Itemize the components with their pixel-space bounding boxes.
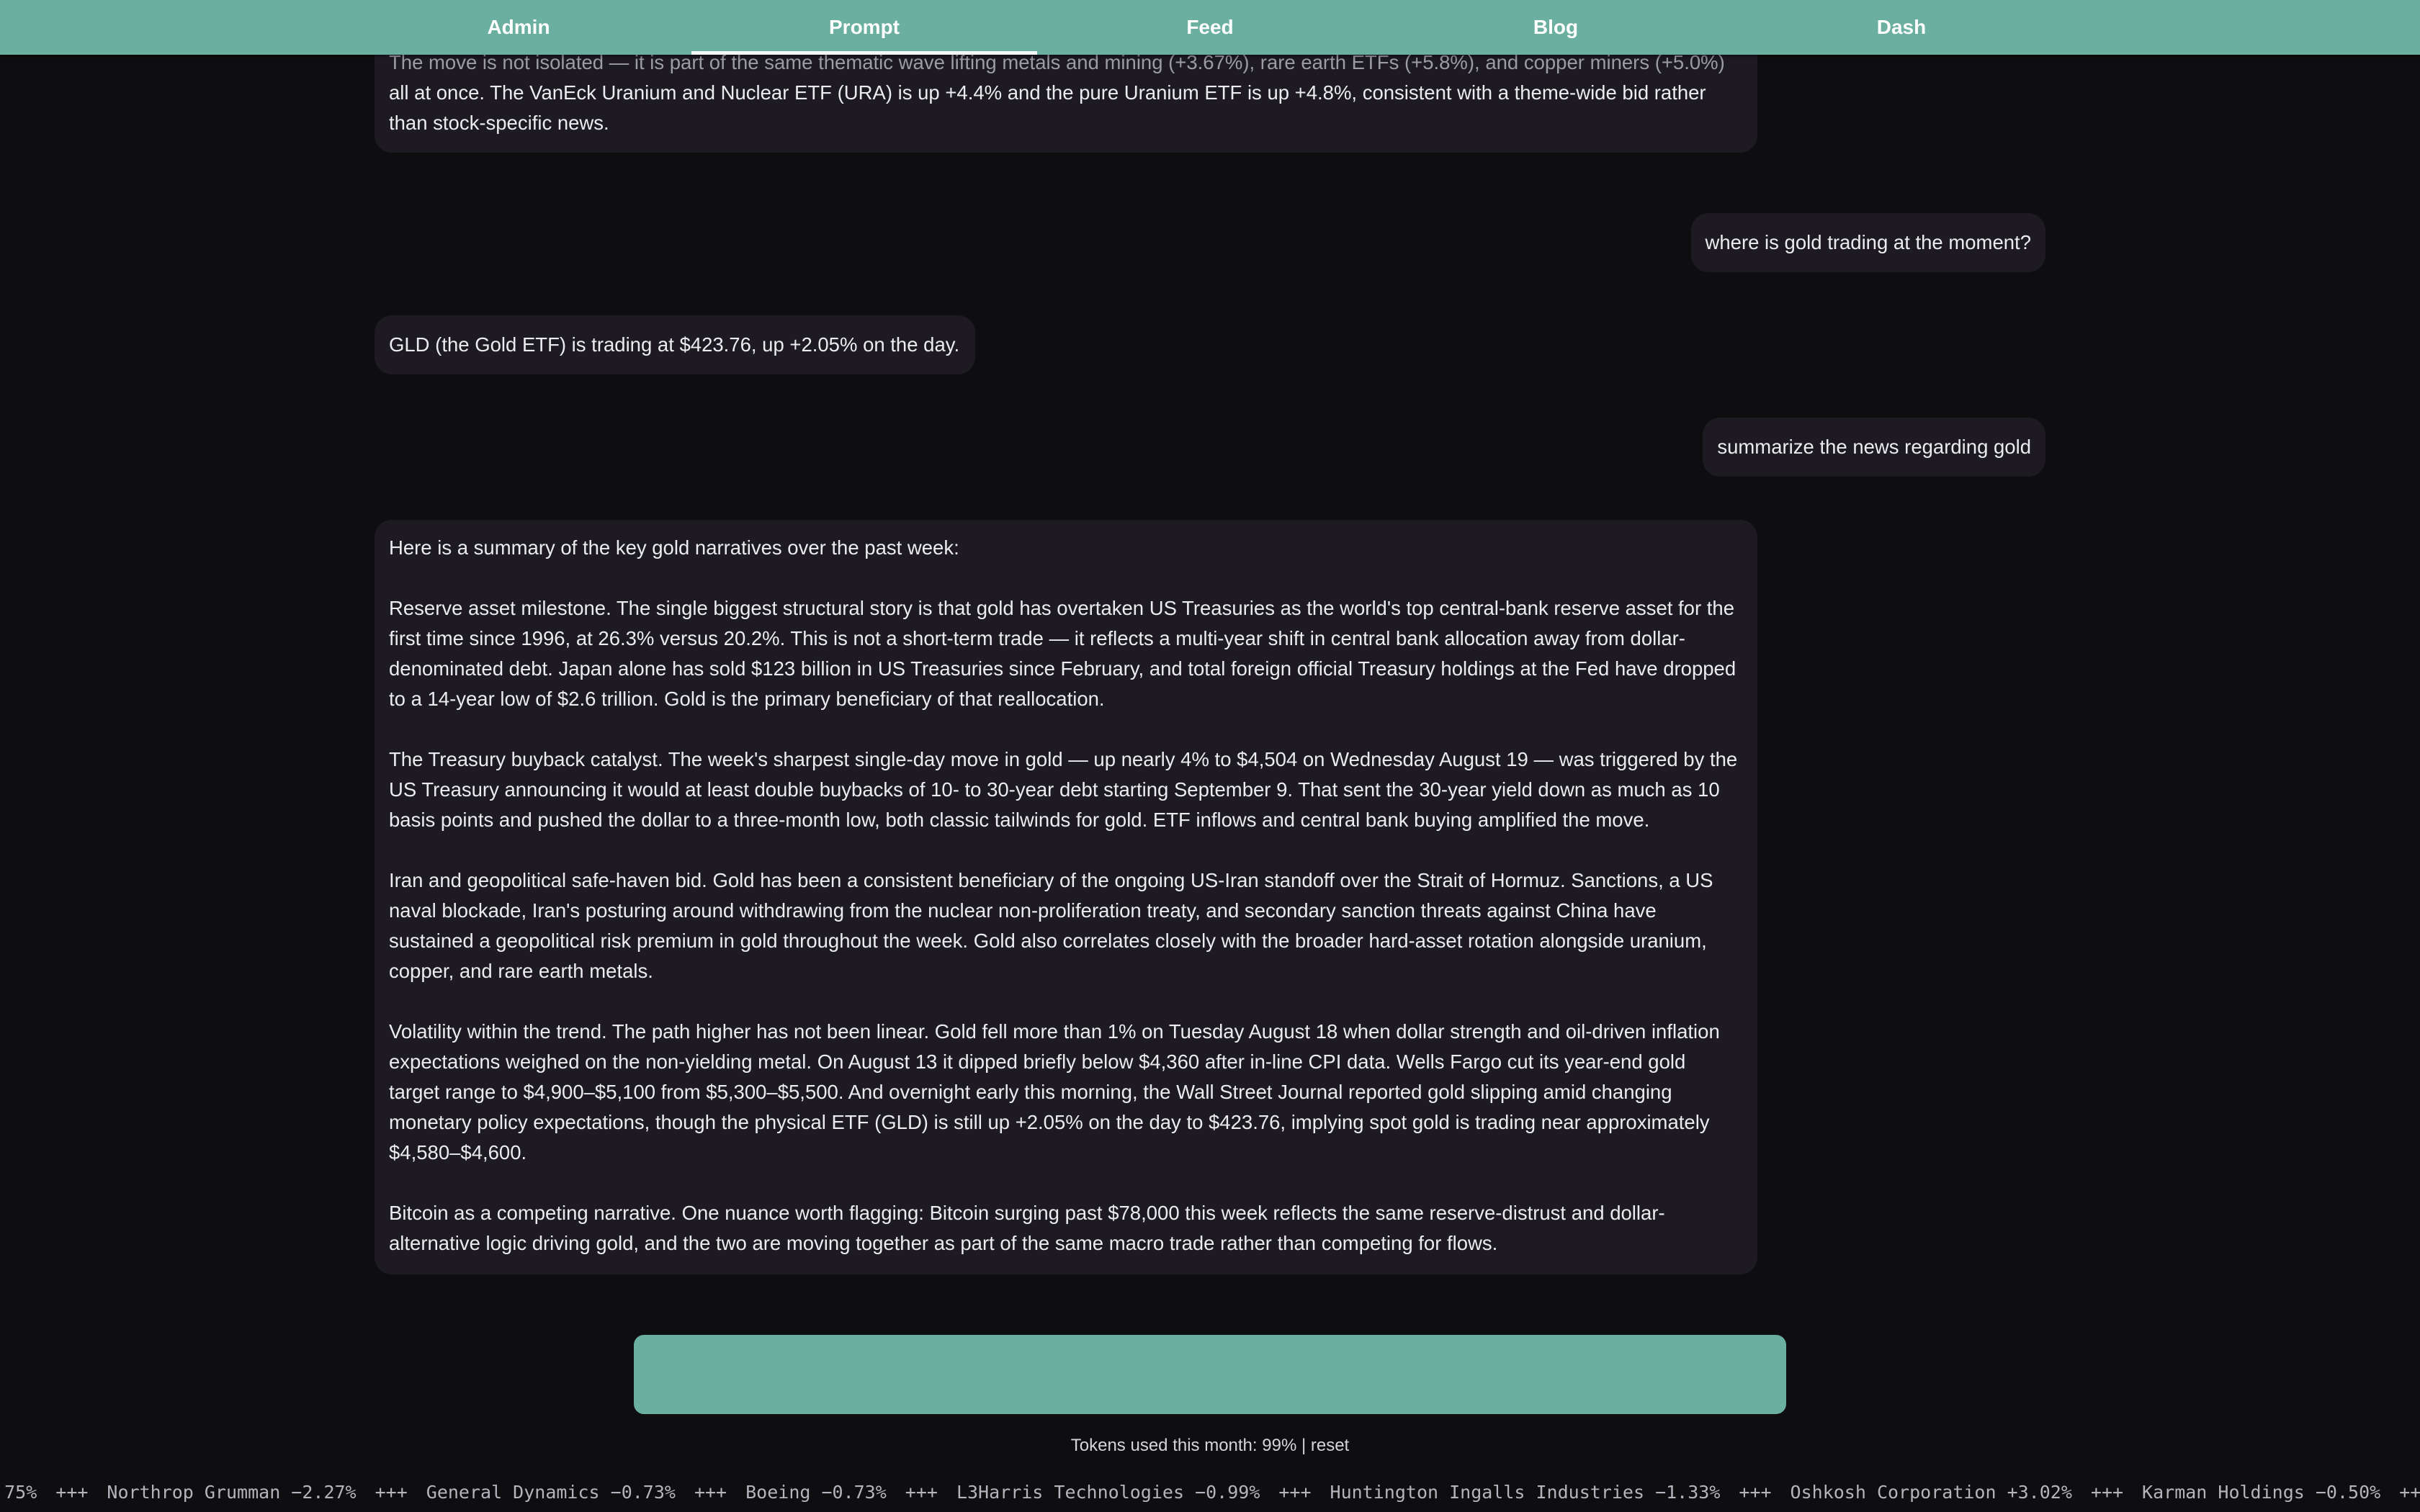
message-paragraph: Volatility within the trend. The path hi… — [389, 1020, 1720, 1164]
ticker-separator: +++ — [694, 1482, 727, 1503]
assistant-message: The move is not isolated — it is part of… — [375, 55, 1757, 153]
message-paragraph: Bitcoin as a competing narrative. One nu… — [389, 1202, 1665, 1254]
tab-admin[interactable]: Admin — [346, 0, 691, 55]
ticker-separator: +++ — [1739, 1482, 1772, 1503]
top-nav: Admin Prompt Feed Blog Dash — [0, 0, 2420, 55]
ticker-separator: +++ — [2399, 1482, 2420, 1503]
ticker-separator: +++ — [375, 1482, 408, 1503]
ticker-separator: +++ — [1278, 1482, 1312, 1503]
message-paragraph: Iran and geopolitical safe-haven bid. Go… — [389, 869, 1713, 982]
stock-ticker: 0.75% +++ Northrop Grumman −2.27% +++ Genera… — [0, 1482, 2420, 1503]
ticker-item: 0.75% — [0, 1482, 37, 1503]
ticker-track: 0.75% +++ Northrop Grumman −2.27% +++ Genera… — [0, 1482, 2420, 1503]
message-paragraph: Reserve asset milestone. The single bigg… — [389, 597, 1736, 710]
message-text: GLD (the Gold ETF) is trading at $423.76… — [389, 333, 960, 356]
prompt-input[interactable] — [634, 1335, 1786, 1414]
ticker-item: Karman Holdings −0.50% — [2142, 1482, 2381, 1503]
message-paragraph: The Treasury buyback catalyst. The week'… — [389, 748, 1738, 831]
chat-log[interactable]: The move is not isolated — it is part of… — [0, 55, 2420, 1308]
ticker-item: General Dynamics −0.73% — [426, 1482, 676, 1503]
tab-dash[interactable]: Dash — [1729, 0, 2074, 55]
token-usage-text: Tokens used this month: 99% | — [1070, 1436, 1311, 1455]
ticker-item: Boeing −0.73% — [745, 1482, 887, 1503]
ticker-separator: +++ — [2090, 1482, 2124, 1503]
message-paragraph: Here is a summary of the key gold narrat… — [389, 536, 959, 559]
ticker-item: Oshkosh Corporation +3.02% — [1790, 1482, 2072, 1503]
ticker-item: L3Harris Technologies −0.99% — [956, 1482, 1260, 1503]
ticker-separator: +++ — [55, 1482, 89, 1503]
tab-prompt[interactable]: Prompt — [691, 0, 1037, 55]
tab-blog[interactable]: Blog — [1383, 0, 1729, 55]
message-text: all at once. The VanEck Uranium and Nucl… — [389, 81, 1706, 134]
assistant-message: GLD (the Gold ETF) is trading at $423.76… — [375, 315, 976, 374]
token-usage: Tokens used this month: 99% | reset — [0, 1436, 2420, 1456]
reset-link[interactable]: reset — [1311, 1436, 1349, 1455]
user-message: summarize the news regarding gold — [1703, 418, 2045, 477]
ticker-separator: +++ — [905, 1482, 938, 1503]
ticker-item: Huntington Ingalls Industries −1.33% — [1330, 1482, 1721, 1503]
message-text-faded: The move is not isolated — it is part of… — [389, 55, 1725, 73]
ticker-item: Northrop Grumman −2.27% — [107, 1482, 357, 1503]
assistant-message: Here is a summary of the key gold narrat… — [375, 520, 1757, 1274]
message-text: where is gold trading at the moment? — [1705, 231, 2031, 253]
user-message: where is gold trading at the moment? — [1690, 213, 2045, 272]
message-text: summarize the news regarding gold — [1717, 436, 2031, 458]
tab-feed[interactable]: Feed — [1037, 0, 1383, 55]
